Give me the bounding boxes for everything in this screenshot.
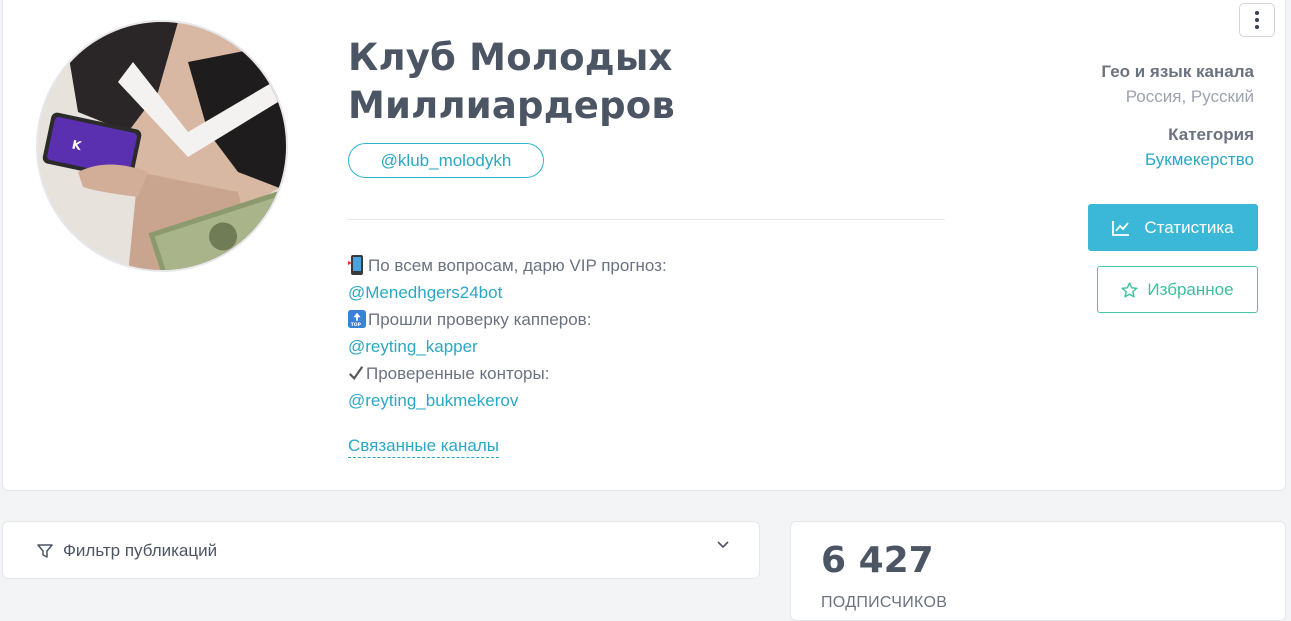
description-link-kapper[interactable]: @reyting_kapper [348,333,948,360]
geo-value: Россия, Русский [1125,87,1254,106]
publication-filter-dropdown[interactable]: Фильтр публикаций [2,521,760,579]
star-icon [1121,281,1138,298]
subscribers-label: ПОДПИСЧИКОВ [821,594,948,611]
geo-label: Гео и язык канала [1101,62,1254,81]
statistics-button-label: Статистика [1144,217,1234,237]
description-line: Проверенные конторы: [348,360,948,387]
subscribers-count: 6 427 [821,540,934,581]
divider [348,219,945,220]
filter-header: Фильтр публикаций [37,522,217,580]
top-arrow-emoji-icon: TOP [348,310,366,328]
favorite-button-label: Избранное [1147,279,1234,299]
favorite-button[interactable]: Избранное [1097,266,1258,313]
mobile-phone-emoji-icon [348,255,363,275]
description-link-bot[interactable]: @Menedhgers24bot [348,279,948,306]
description-text: По всем вопросам, дарю VIP прогноз: [368,256,667,275]
category-label: Категория [1168,125,1254,144]
filter-funnel-icon [37,544,53,558]
line-chart-icon [1112,220,1130,236]
geo-language-info: Гео и язык канала Россия, Русский [954,62,1254,107]
channel-profile-card: K Клуб Молодых Миллиардеров @klub_molody… [2,0,1286,491]
description-text: Прошли проверку капперов: [368,310,592,329]
related-channels-link[interactable]: Связанные каналы [348,436,499,458]
chevron-down-icon [717,541,729,549]
channel-description: По всем вопросам, дарю VIP прогноз: @Men… [348,252,948,414]
check-mark-icon [349,366,364,380]
channel-avatar: K [36,20,288,272]
filter-label: Фильтр публикаций [63,541,218,560]
more-options-button[interactable] [1239,3,1275,37]
subscribers-stat-card: 6 427 ПОДПИСЧИКОВ [790,521,1286,621]
channel-username-badge[interactable]: @klub_molodykh [348,143,544,178]
description-line: По всем вопросам, дарю VIP прогноз: [348,252,948,279]
category-info: Категория Букмекерство [954,125,1254,170]
vertical-dots-icon [1255,11,1259,29]
category-link[interactable]: Букмекерство [954,150,1254,170]
channel-title: Клуб Молодых Миллиардеров [348,36,676,127]
description-line: TOP Прошли проверку капперов: [348,306,948,333]
svg-text:TOP: TOP [351,322,362,328]
description-text: Проверенные конторы: [366,364,550,383]
statistics-button[interactable]: Статистика [1088,204,1258,251]
description-link-bukmekerov[interactable]: @reyting_bukmekerov [348,387,948,414]
